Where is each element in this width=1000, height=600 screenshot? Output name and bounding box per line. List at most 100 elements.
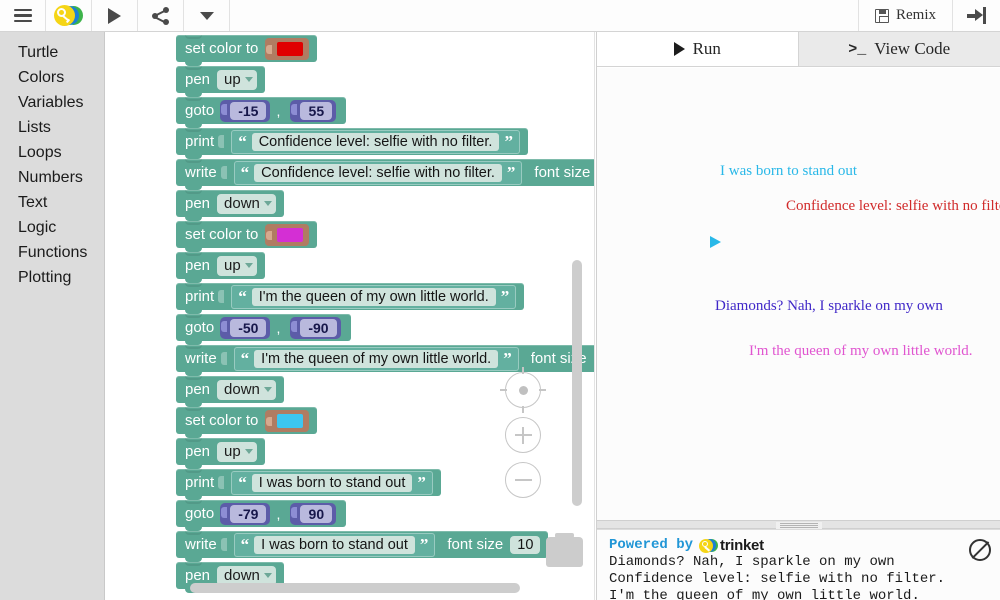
goto-y-socket[interactable]: 55: [290, 99, 337, 122]
block-pen[interactable]: pen up: [176, 66, 265, 97]
goto-comma: ,: [276, 102, 281, 119]
tab-run[interactable]: Run: [597, 32, 799, 66]
block-goto[interactable]: goto -79, 90: [176, 500, 347, 531]
goto-x-socket[interactable]: -79: [220, 502, 271, 525]
remix-button[interactable]: Remix: [858, 0, 952, 31]
block-pen[interactable]: pen down: [176, 376, 284, 407]
text-string-value[interactable]: I was born to stand out: [251, 473, 413, 492]
text-string-block[interactable]: “Confidence level: selfie with no filter…: [233, 160, 523, 185]
sidebar-item-label: Lists: [18, 119, 51, 136]
blocks-workspace[interactable]: set color to pen up goto -15, 55 print “Confide…: [106, 32, 595, 600]
menu-button[interactable]: [0, 0, 46, 31]
sidebar-item-plotting[interactable]: Plotting: [0, 265, 104, 290]
block-goto[interactable]: goto -15, 55: [176, 97, 347, 128]
block-print[interactable]: print “Confidence level: selfie with no f…: [176, 128, 528, 159]
block-write[interactable]: write “I was born to stand out” font size 1…: [176, 531, 549, 562]
powered-by-label: Powered by: [609, 537, 694, 553]
goto-x-socket[interactable]: -15: [220, 99, 271, 122]
goto-y-value[interactable]: 55: [300, 101, 333, 120]
text-string-block[interactable]: “Confidence level: selfie with no filter…: [231, 129, 520, 154]
run-button[interactable]: [92, 0, 138, 31]
trash-can-icon[interactable]: [546, 533, 583, 567]
sidebar-item-text[interactable]: Text: [0, 190, 104, 215]
block-label: goto: [185, 505, 215, 522]
block-set_color[interactable]: set color to: [176, 407, 318, 438]
sidebar-item-functions[interactable]: Functions: [0, 240, 104, 265]
sidebar-item-colors[interactable]: Colors: [0, 65, 104, 90]
pen-state-dropdown[interactable]: down: [217, 379, 276, 400]
sidebar-item-turtle[interactable]: Turtle: [0, 40, 104, 65]
text-string-value[interactable]: I was born to stand out: [254, 535, 415, 554]
color-swatch[interactable]: [277, 227, 304, 242]
close-quote-icon: ”: [419, 535, 429, 554]
text-string-block[interactable]: “I was born to stand out”: [231, 470, 433, 495]
block-write[interactable]: write “Confidence level: selfie with no f…: [176, 159, 595, 190]
zoom-out-icon[interactable]: [505, 462, 541, 498]
crosshair-recenter-icon[interactable]: [500, 367, 546, 413]
sidebar-item-numbers[interactable]: Numbers: [0, 165, 104, 190]
goto-x-value[interactable]: -50: [230, 318, 267, 337]
color-swatch-socket[interactable]: [265, 223, 310, 246]
color-swatch[interactable]: [277, 413, 304, 428]
panel-divider[interactable]: [597, 520, 1000, 529]
sidebar-item-variables[interactable]: Variables: [0, 90, 104, 115]
block-set_color[interactable]: set color to: [176, 221, 318, 252]
color-swatch-socket[interactable]: [265, 409, 310, 432]
goto-y-value[interactable]: 90: [300, 504, 333, 523]
stop-no-entry-icon[interactable]: [969, 539, 991, 561]
workspace-vertical-scrollbar[interactable]: [572, 260, 582, 506]
goto-x-socket[interactable]: -50: [220, 316, 271, 339]
goto-y-socket[interactable]: -90: [290, 316, 341, 339]
block-pen[interactable]: pen up: [176, 438, 265, 469]
pen-state-dropdown[interactable]: up: [217, 441, 257, 462]
text-string-block[interactable]: “I was born to stand out”: [233, 532, 436, 557]
color-swatch[interactable]: [277, 41, 304, 56]
caret-down-icon: [199, 11, 214, 20]
font-size-group: font size 10: [447, 535, 541, 554]
sidebar-item-loops[interactable]: Loops: [0, 140, 104, 165]
text-string-block[interactable]: “I'm the queen of my own little world.”: [233, 346, 519, 371]
more-options-button[interactable]: [184, 0, 230, 31]
text-string-value[interactable]: Confidence level: selfie with no filter.: [251, 132, 500, 151]
font-size-value[interactable]: 10: [510, 535, 541, 554]
workspace-horizontal-scrollbar[interactable]: [190, 583, 520, 593]
zoom-in-icon[interactable]: [505, 417, 541, 453]
open-quote-icon: “: [238, 287, 247, 306]
block-pen[interactable]: pen up: [176, 252, 265, 283]
goto-comma: ,: [276, 505, 281, 522]
turtle-cursor-icon: [710, 236, 721, 248]
goto-x-value[interactable]: -15: [230, 101, 267, 120]
turtle-canvas[interactable]: I was born to stand out Confidence level:…: [597, 68, 1000, 520]
block-goto[interactable]: goto -50, -90: [176, 314, 351, 345]
text-string-value[interactable]: I'm the queen of my own little world.: [254, 349, 499, 368]
block-write[interactable]: write “I'm the queen of my own little wor…: [176, 345, 595, 376]
sign-in-button[interactable]: [952, 0, 1000, 31]
block-print[interactable]: print “I'm the queen of my own little wor…: [176, 283, 525, 314]
text-string-value[interactable]: Confidence level: selfie with no filter.: [254, 163, 502, 182]
pen-state-dropdown[interactable]: up: [217, 69, 257, 90]
goto-y-socket[interactable]: 90: [290, 502, 337, 525]
goto-x-value[interactable]: -79: [230, 504, 267, 523]
console-output[interactable]: Powered by trinket Diamonds? Nah, I spar…: [597, 529, 1000, 600]
text-string-block[interactable]: “I'm the queen of my own little world.”: [231, 284, 517, 309]
block-label: set color to: [185, 40, 259, 57]
text-string-value[interactable]: I'm the queen of my own little world.: [251, 287, 496, 306]
color-swatch-socket[interactable]: [265, 37, 310, 60]
block-label: print: [185, 133, 215, 150]
sidebar-item-label: Turtle: [18, 44, 59, 61]
tab-view-code[interactable]: >_ View Code: [798, 32, 1000, 66]
output-tabs: Run >_ View Code: [597, 32, 1000, 67]
chevron-down-icon: [263, 200, 272, 206]
goto-y-value[interactable]: -90: [300, 318, 337, 337]
block-print[interactable]: print “I was born to stand out”: [176, 469, 441, 500]
trinket-logo-button[interactable]: [46, 0, 92, 31]
sidebar-item-lists[interactable]: Lists: [0, 115, 104, 140]
block-label: write: [185, 350, 217, 367]
block-pen[interactable]: pen down: [176, 190, 284, 221]
share-button[interactable]: [138, 0, 184, 31]
sidebar-item-logic[interactable]: Logic: [0, 215, 104, 240]
block-set_color[interactable]: set color to: [176, 35, 318, 66]
pen-state-dropdown[interactable]: down: [217, 193, 276, 214]
pen-state-dropdown[interactable]: up: [217, 255, 257, 276]
